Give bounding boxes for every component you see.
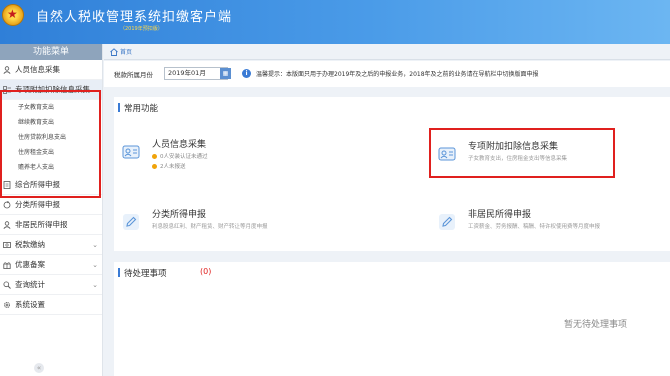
- sidebar-item-label: 分类所得申报: [15, 200, 60, 209]
- pending-title: 待处理事项: [124, 269, 167, 279]
- sidebar-title: 功能菜单: [0, 44, 102, 60]
- title-accent-bar: [118, 103, 120, 112]
- pending-count: (0): [200, 267, 212, 276]
- collapse-sidebar-button[interactable]: «: [34, 363, 44, 373]
- id-card-icon: [122, 145, 140, 159]
- notice-text: 温馨提示：本版面只用于办理2019年及之后的申报业务，2018年及之前的业务请在…: [256, 69, 539, 78]
- pending-panel: 待处理事项 (0) 暂无待处理事项: [114, 262, 670, 376]
- app-subtitle: （2019年预扣版）: [120, 26, 163, 32]
- card-classified-income[interactable]: 分类所得申报 利息股息红利、财产租赁、财产转让等月度申报: [122, 205, 352, 249]
- card-person-info[interactable]: 人员信息采集 0人安装认证未通过 2人未报送: [122, 135, 352, 179]
- edit-icon: [439, 214, 455, 230]
- notice-label: 温馨提示：: [256, 71, 287, 78]
- sidebar-item-label: 优惠备案: [15, 260, 45, 269]
- pending-empty-message: 暂无待处理事项: [564, 320, 628, 330]
- info-icon: i: [242, 69, 251, 78]
- chevron-down-icon[interactable]: ⌄: [92, 255, 98, 275]
- home-icon: [110, 48, 118, 56]
- person-outline-icon: [3, 221, 11, 229]
- card-description: 利息股息红利、财产租赁、财产转让等月度申报: [152, 224, 268, 230]
- gift-icon: [3, 262, 11, 269]
- sidebar-item-nonresident-income[interactable]: 非居民所得申报: [0, 215, 102, 235]
- sidebar-item-label: 税款缴纳: [15, 240, 45, 249]
- person-icon: [3, 66, 11, 74]
- sidebar-item-preferential-filing[interactable]: 优惠备案 ⌄: [0, 255, 102, 275]
- edit-icon: [123, 214, 139, 230]
- stat-not-submitted: 2人未报送: [152, 162, 186, 170]
- sidebar-item-classified-income[interactable]: 分类所得申报: [0, 195, 102, 215]
- sidebar-item-label: 人员信息采集: [15, 65, 60, 74]
- common-functions-title: 常用功能: [124, 104, 159, 114]
- title-accent-bar: [118, 268, 120, 277]
- sidebar-item-label: 系统设置: [15, 300, 45, 309]
- stat-auth-failed: 0人安装认证未通过: [152, 152, 208, 160]
- chevron-down-icon[interactable]: ⌄: [92, 235, 98, 255]
- breadcrumb-home-link[interactable]: 首页: [120, 47, 132, 56]
- card-highlight-box: [429, 128, 615, 178]
- refresh-icon: [3, 201, 11, 209]
- app-header: ★ 自然人税收管理系统扣缴客户端 （2019年预扣版）: [0, 0, 670, 44]
- chevron-down-icon[interactable]: ⌄: [92, 275, 98, 295]
- sidebar-highlight-box: [0, 90, 101, 198]
- period-select[interactable]: 2019年01月: [164, 67, 228, 80]
- breadcrumb: 首页: [104, 44, 670, 60]
- gear-icon: [4, 302, 10, 308]
- notice-body: 本版面只用于办理2019年及之后的申报业务，2018年及之前的业务请在导航栏中切…: [286, 71, 539, 78]
- sidebar-item-tax-payment[interactable]: 税款缴纳 ⌄: [0, 235, 102, 255]
- sidebar-item-label: 非居民所得申报: [15, 220, 68, 229]
- card-description: 工资薪金、劳务报酬、稿酬、特许权使用费等月度申报: [468, 224, 601, 230]
- sidebar-item-query-stats[interactable]: 查询统计 ⌄: [0, 275, 102, 295]
- card-nonresident-income[interactable]: 非居民所得申报 工资薪金、劳务报酬、稿酬、特许权使用费等月度申报: [438, 205, 668, 249]
- sidebar-item-label: 查询统计: [15, 280, 45, 289]
- search-icon: [3, 281, 11, 289]
- sidebar-item-system-settings[interactable]: 系统设置: [0, 295, 102, 315]
- period-toolbar: 税款所属月份 2019年01月 ▦ i 温馨提示：本版面只用于办理2019年及之…: [104, 61, 670, 87]
- sidebar-item-person-info[interactable]: 人员信息采集: [0, 60, 102, 80]
- money-icon: [3, 242, 11, 248]
- card-title: 人员信息采集: [152, 140, 207, 150]
- calendar-icon[interactable]: ▦: [220, 68, 231, 79]
- period-label: 税款所属月份: [114, 71, 153, 79]
- app-title: 自然人税收管理系统扣缴客户端: [36, 10, 233, 25]
- card-title: 分类所得申报: [152, 210, 207, 220]
- card-title: 非居民所得申报: [468, 210, 532, 220]
- tax-emblem-logo: ★: [2, 4, 24, 26]
